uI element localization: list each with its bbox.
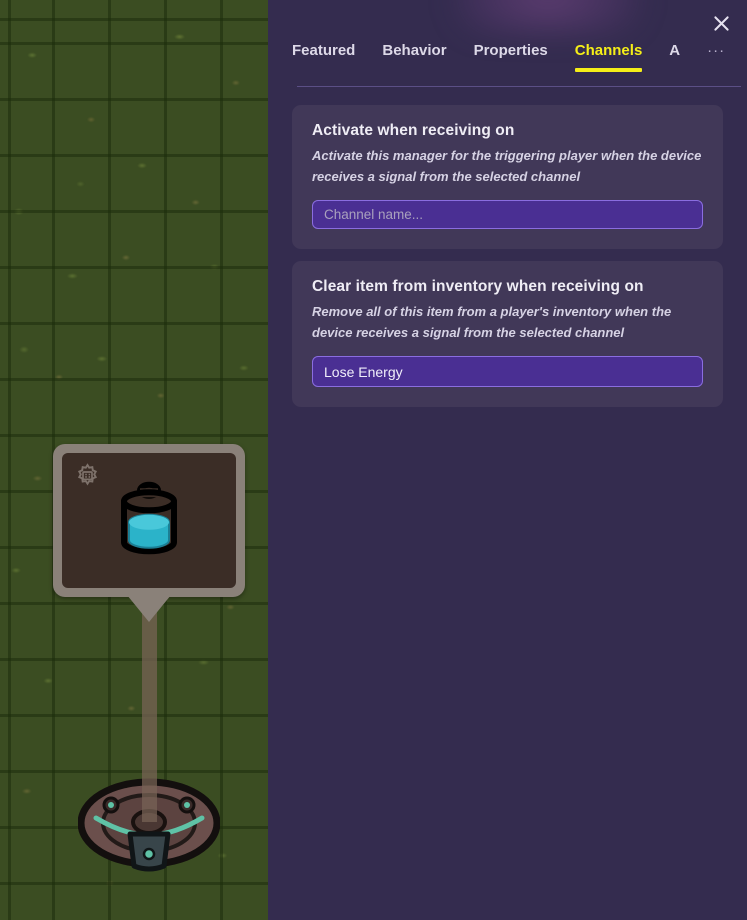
device-settings-panel: Featured Behavior Properties Channels A … <box>268 0 747 920</box>
card-description: Remove all of this item from a player's … <box>312 304 672 340</box>
panel-tab-bar[interactable]: Featured Behavior Properties Channels A … <box>268 42 747 88</box>
tab-overflow-label: ··· <box>707 42 726 59</box>
device-sign[interactable] <box>53 444 245 597</box>
game-world-canvas[interactable] <box>0 0 268 920</box>
card-title: Clear item from inventory when receiving… <box>312 278 644 295</box>
card-title: Activate when receiving on <box>312 122 515 139</box>
card-description: Activate this manager for the triggering… <box>312 148 702 184</box>
tab-all-label: A <box>669 42 681 59</box>
tab-behavior-label: Behavior <box>382 42 447 59</box>
activate-on-channel-card: Activate when receiving on Activate this… <box>292 105 723 249</box>
tab-all[interactable]: A <box>669 42 680 72</box>
game-editor-screen: Featured Behavior Properties Channels A … <box>0 0 747 920</box>
tab-channels[interactable]: Channels <box>574 42 643 72</box>
panel-header-glow <box>453 0 643 34</box>
tab-behavior[interactable]: Behavior <box>382 42 446 72</box>
tab-channels-label: Channels <box>574 42 643 59</box>
tab-properties-label: Properties <box>473 42 548 59</box>
tab-featured-label: Featured <box>292 42 356 59</box>
clear-item-channel-input[interactable] <box>312 356 703 387</box>
tab-bar-divider <box>297 86 741 87</box>
energy-container-icon <box>110 478 188 567</box>
ellipsis-icon[interactable]: ··· <box>707 42 725 72</box>
close-icon <box>713 15 729 31</box>
close-panel-button[interactable] <box>704 6 738 40</box>
tab-properties[interactable]: Properties <box>474 42 548 72</box>
device-pole <box>142 592 157 822</box>
device-sign-face <box>62 453 236 588</box>
activate-channel-input[interactable] <box>312 200 703 229</box>
gear-icon[interactable] <box>74 463 101 495</box>
tab-featured[interactable]: Featured <box>292 42 355 72</box>
channels-settings-list: Activate when receiving on Activate this… <box>268 105 747 419</box>
clear-item-on-channel-card: Clear item from inventory when receiving… <box>292 261 723 407</box>
